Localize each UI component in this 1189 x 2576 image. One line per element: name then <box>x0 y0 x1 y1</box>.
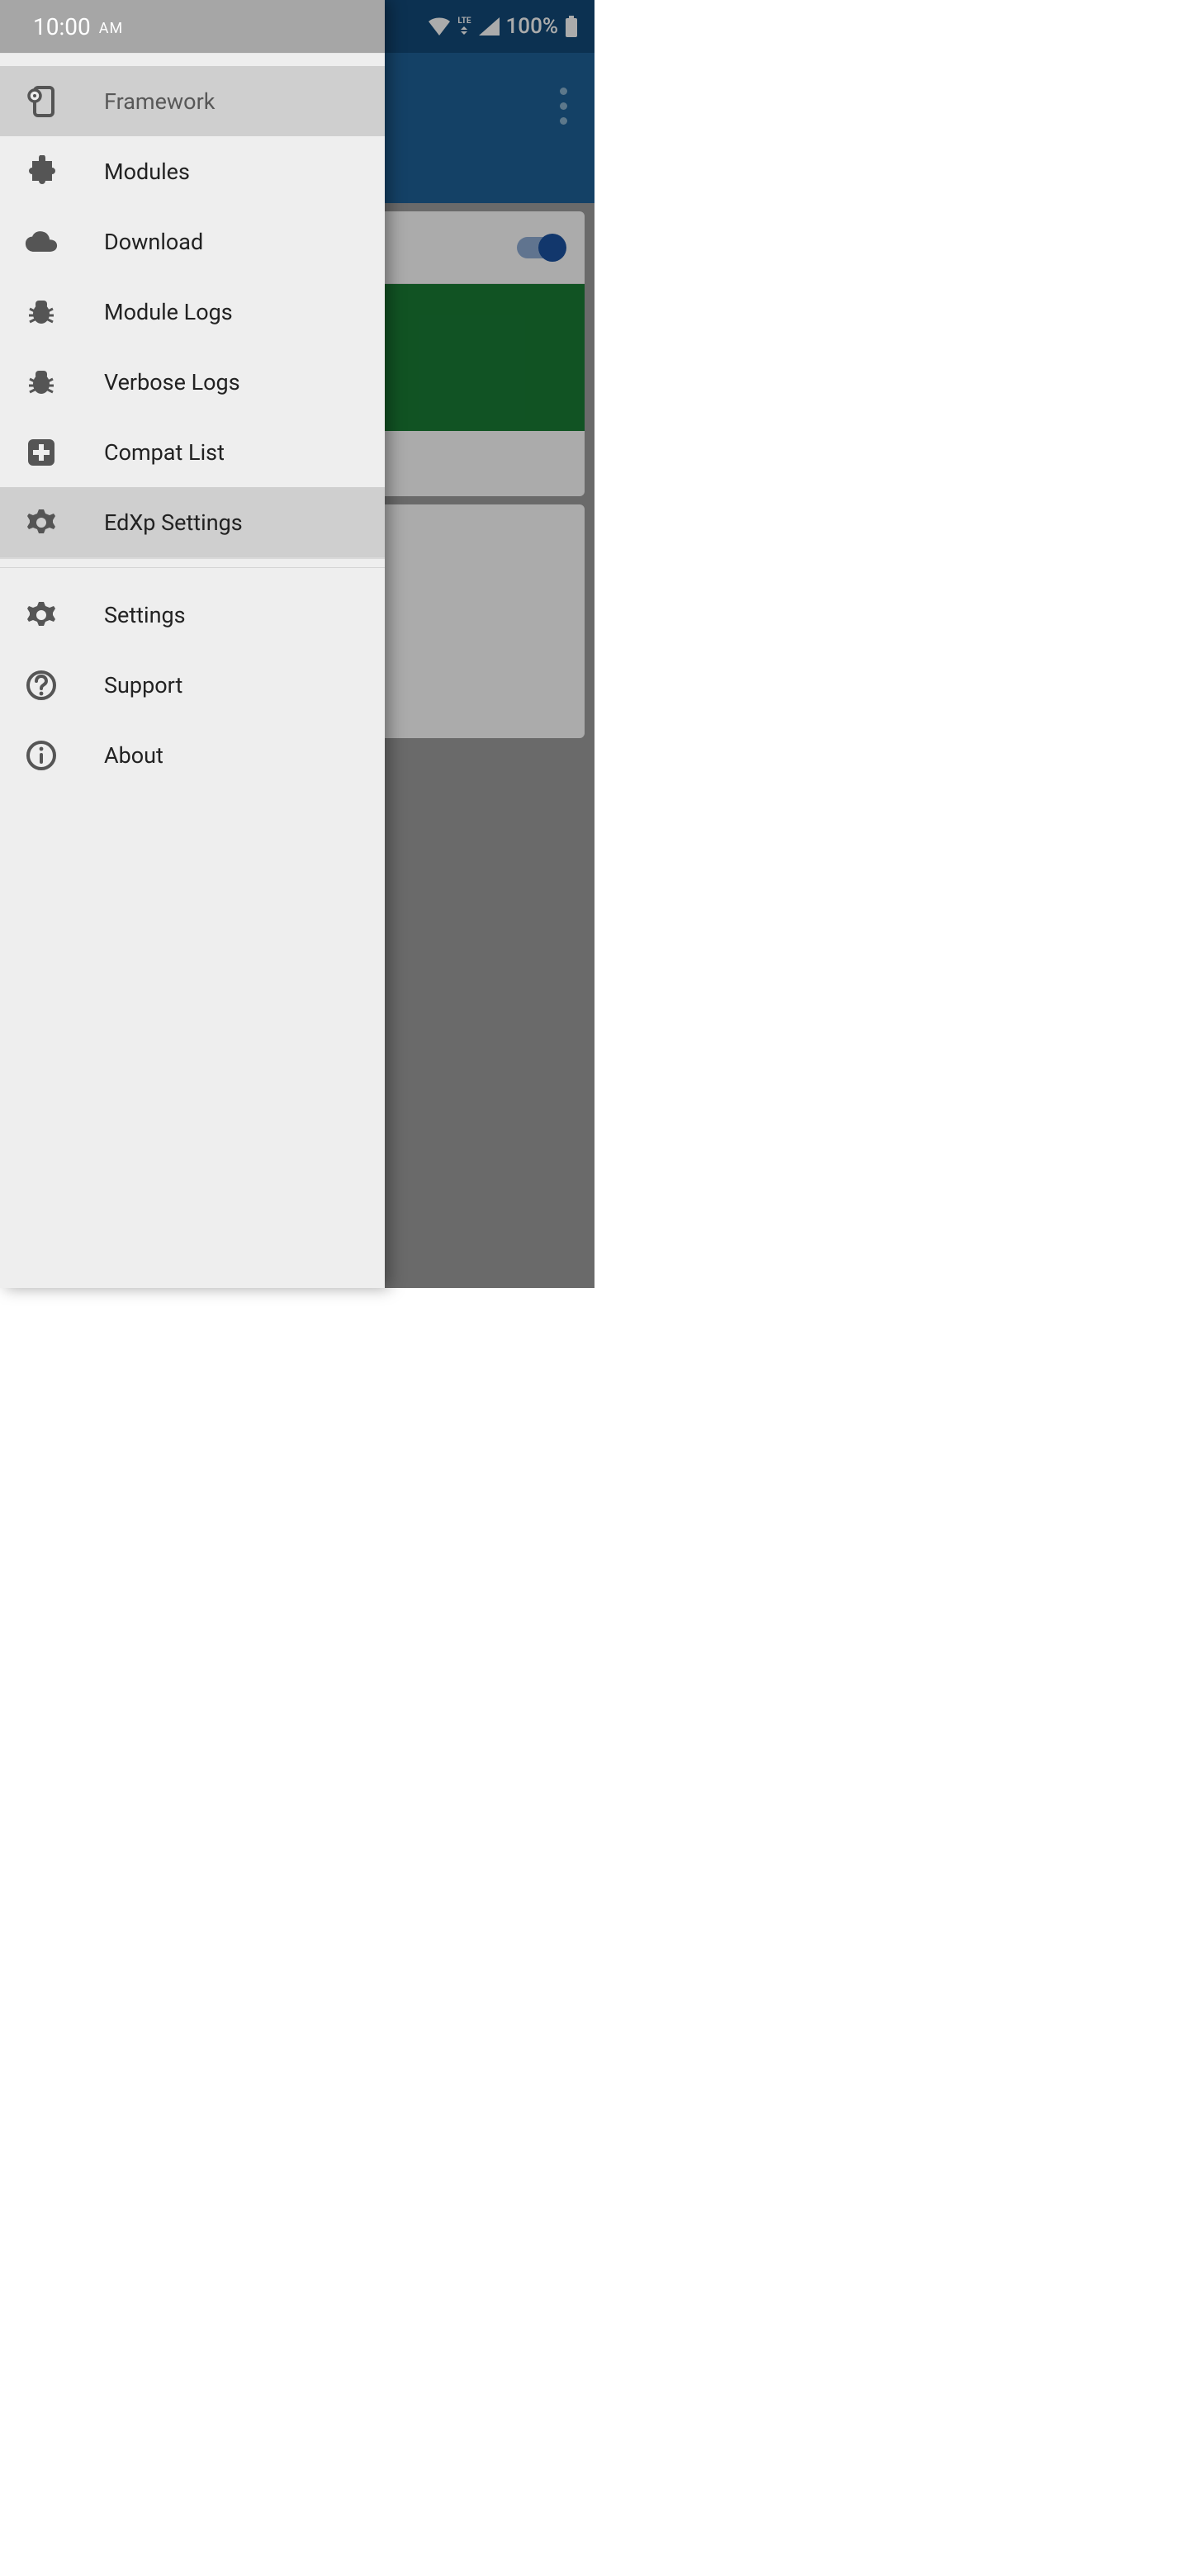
cloud-icon <box>25 230 58 254</box>
nav-item-framework[interactable]: Framework <box>0 66 385 136</box>
nav-item-modules[interactable]: Modules <box>0 136 385 206</box>
status-clock: 10:00 <box>33 13 91 40</box>
nav-item-verbose-logs[interactable]: Verbose Logs <box>0 347 385 417</box>
nav-item-label: Download <box>104 229 203 255</box>
nav-item-download[interactable]: Download <box>0 206 385 277</box>
info-circle-icon <box>25 740 58 771</box>
status-ampm: AM <box>99 20 123 37</box>
drawer-status-bar: 10:00 AM <box>0 0 385 53</box>
nav-item-label: About <box>104 742 163 769</box>
nav-item-module-logs[interactable]: Module Logs <box>0 277 385 347</box>
nav-item-edxp-settings[interactable]: EdXp Settings <box>0 487 385 557</box>
nav-item-label: Framework <box>104 88 215 115</box>
nav-item-label: Verbose Logs <box>104 369 240 395</box>
plus-box-icon <box>25 438 58 467</box>
nav-item-label: Settings <box>104 602 186 628</box>
nav-item-label: EdXp Settings <box>104 509 243 536</box>
puzzle-icon <box>25 155 58 188</box>
nav-item-about[interactable]: About <box>0 720 385 790</box>
device-gear-icon <box>25 84 58 119</box>
nav-item-label: Compat List <box>104 439 225 466</box>
nav-drawer: 10:00 AM Framework Modules <box>0 0 385 1288</box>
gear-icon <box>25 506 58 539</box>
nav-item-label: Support <box>104 672 182 698</box>
nav-item-settings[interactable]: Settings <box>0 580 385 650</box>
nav-item-label: Module Logs <box>104 299 233 325</box>
bug-icon <box>25 367 58 397</box>
bug-icon <box>25 297 58 327</box>
nav-item-label: Modules <box>104 159 190 185</box>
gear-icon <box>25 599 58 632</box>
nav-item-support[interactable]: Support <box>0 650 385 720</box>
help-circle-icon <box>25 670 58 701</box>
nav-item-compat-list[interactable]: Compat List <box>0 417 385 487</box>
